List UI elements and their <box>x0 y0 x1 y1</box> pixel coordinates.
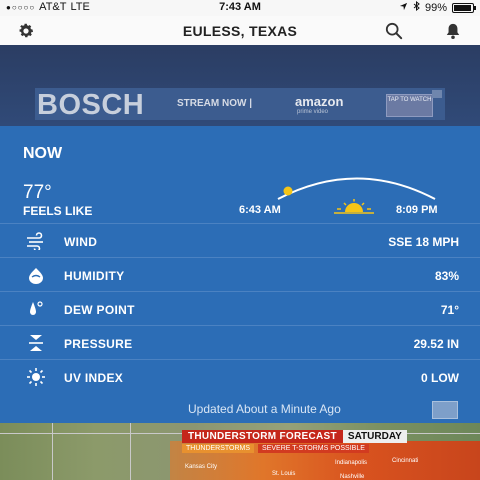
status-bar: ●○○○○ AT&T LTE 7:43 AM 99% <box>0 0 480 16</box>
ad-brand: BOSCH <box>37 89 145 121</box>
current-temperature: 77° <box>23 182 52 203</box>
ad-stream-text: STREAM NOW | <box>177 98 253 109</box>
humidity-drop-icon <box>29 268 43 284</box>
condition-row-humidity: HUMIDITY 83% <box>0 257 480 291</box>
sunset-time: 8:09 PM <box>396 204 438 216</box>
state-border <box>130 423 131 480</box>
thunderstorm-forecast-map[interactable]: THUNDERSTORM FORECAST SATURDAY THUNDERST… <box>0 423 480 480</box>
dew-point-icon <box>30 301 43 315</box>
condition-label: DEW POINT <box>64 303 135 317</box>
uv-sun-icon <box>27 368 45 386</box>
condition-value: SSE 18 MPH <box>388 235 459 249</box>
sunrise-time: 6:43 AM <box>239 204 281 216</box>
condition-label: UV INDEX <box>64 371 124 385</box>
condition-value: 83% <box>434 269 459 283</box>
forecast-day: SATURDAY <box>342 430 407 443</box>
condition-value: 0 LOW <box>421 371 459 385</box>
ad-banner[interactable]: BOSCH STREAM NOW | amazon prime video TA… <box>35 88 445 121</box>
forecast-title: THUNDERSTORM FORECAST <box>182 430 343 443</box>
map-city-label: Nashville <box>340 474 365 480</box>
map-city-label: Cincinnati <box>392 458 419 464</box>
forecast-legend: THUNDERSTORMS SEVERE T-STORMS POSSIBLE <box>182 444 369 453</box>
sunset-sun-icon <box>334 199 374 214</box>
map-city-label: Kansas City <box>185 464 218 470</box>
condition-row-dew-point: DEW POINT 71° <box>0 291 480 325</box>
location-title[interactable]: EULESS, TEXAS <box>0 23 480 39</box>
forecast-header: THUNDERSTORM FORECAST SATURDAY <box>182 430 407 443</box>
map-city-label: St. Louis <box>272 471 296 477</box>
condition-label: WIND <box>64 235 98 249</box>
bell-icon[interactable] <box>445 22 463 40</box>
conditions-list: WIND SSE 18 MPH HUMIDITY 83% DEW POINT 7… <box>0 223 480 393</box>
bluetooth-icon <box>413 0 420 14</box>
ad-info-icon[interactable] <box>432 90 442 98</box>
current-conditions-panel: NOW 77° FEELS LIKE 6:43 AM 8:09 PM WIND … <box>0 126 480 423</box>
legend-severe: SEVERE T-STORMS POSSIBLE <box>258 444 369 453</box>
condition-row-pressure: PRESSURE 29.52 IN <box>0 325 480 359</box>
updated-timestamp: Updated About a Minute Ago <box>188 402 341 416</box>
sun-arc-icon <box>277 177 436 200</box>
condition-label: HUMIDITY <box>64 269 125 283</box>
condition-label: PRESSURE <box>64 337 133 351</box>
state-border <box>52 423 53 480</box>
weather-channel-logo-icon <box>432 401 458 419</box>
ad-amazon-sub: prime video <box>297 109 329 115</box>
ad-cta-button[interactable]: TAP TO WATCH <box>386 94 433 117</box>
map-city-label: Indianapolis <box>335 460 368 466</box>
ad-amazon-logo: amazon <box>295 94 344 109</box>
battery-icon <box>452 2 476 13</box>
app-header: EULESS, TEXAS <box>0 16 480 45</box>
wind-icon <box>27 232 43 250</box>
now-heading: NOW <box>23 145 63 162</box>
battery-percent: 99% <box>424 1 447 14</box>
location-arrow-icon <box>399 2 408 14</box>
search-icon[interactable] <box>385 22 403 40</box>
feels-like-label: FEELS LIKE <box>23 204 93 218</box>
condition-value: 71° <box>440 303 459 317</box>
condition-row-uv-index: UV INDEX 0 LOW <box>0 359 480 393</box>
pressure-icon <box>29 335 43 351</box>
legend-thunderstorms: THUNDERSTORMS <box>182 444 255 453</box>
condition-row-wind: WIND SSE 18 MPH <box>0 223 480 257</box>
condition-value: 29.52 IN <box>413 337 459 351</box>
